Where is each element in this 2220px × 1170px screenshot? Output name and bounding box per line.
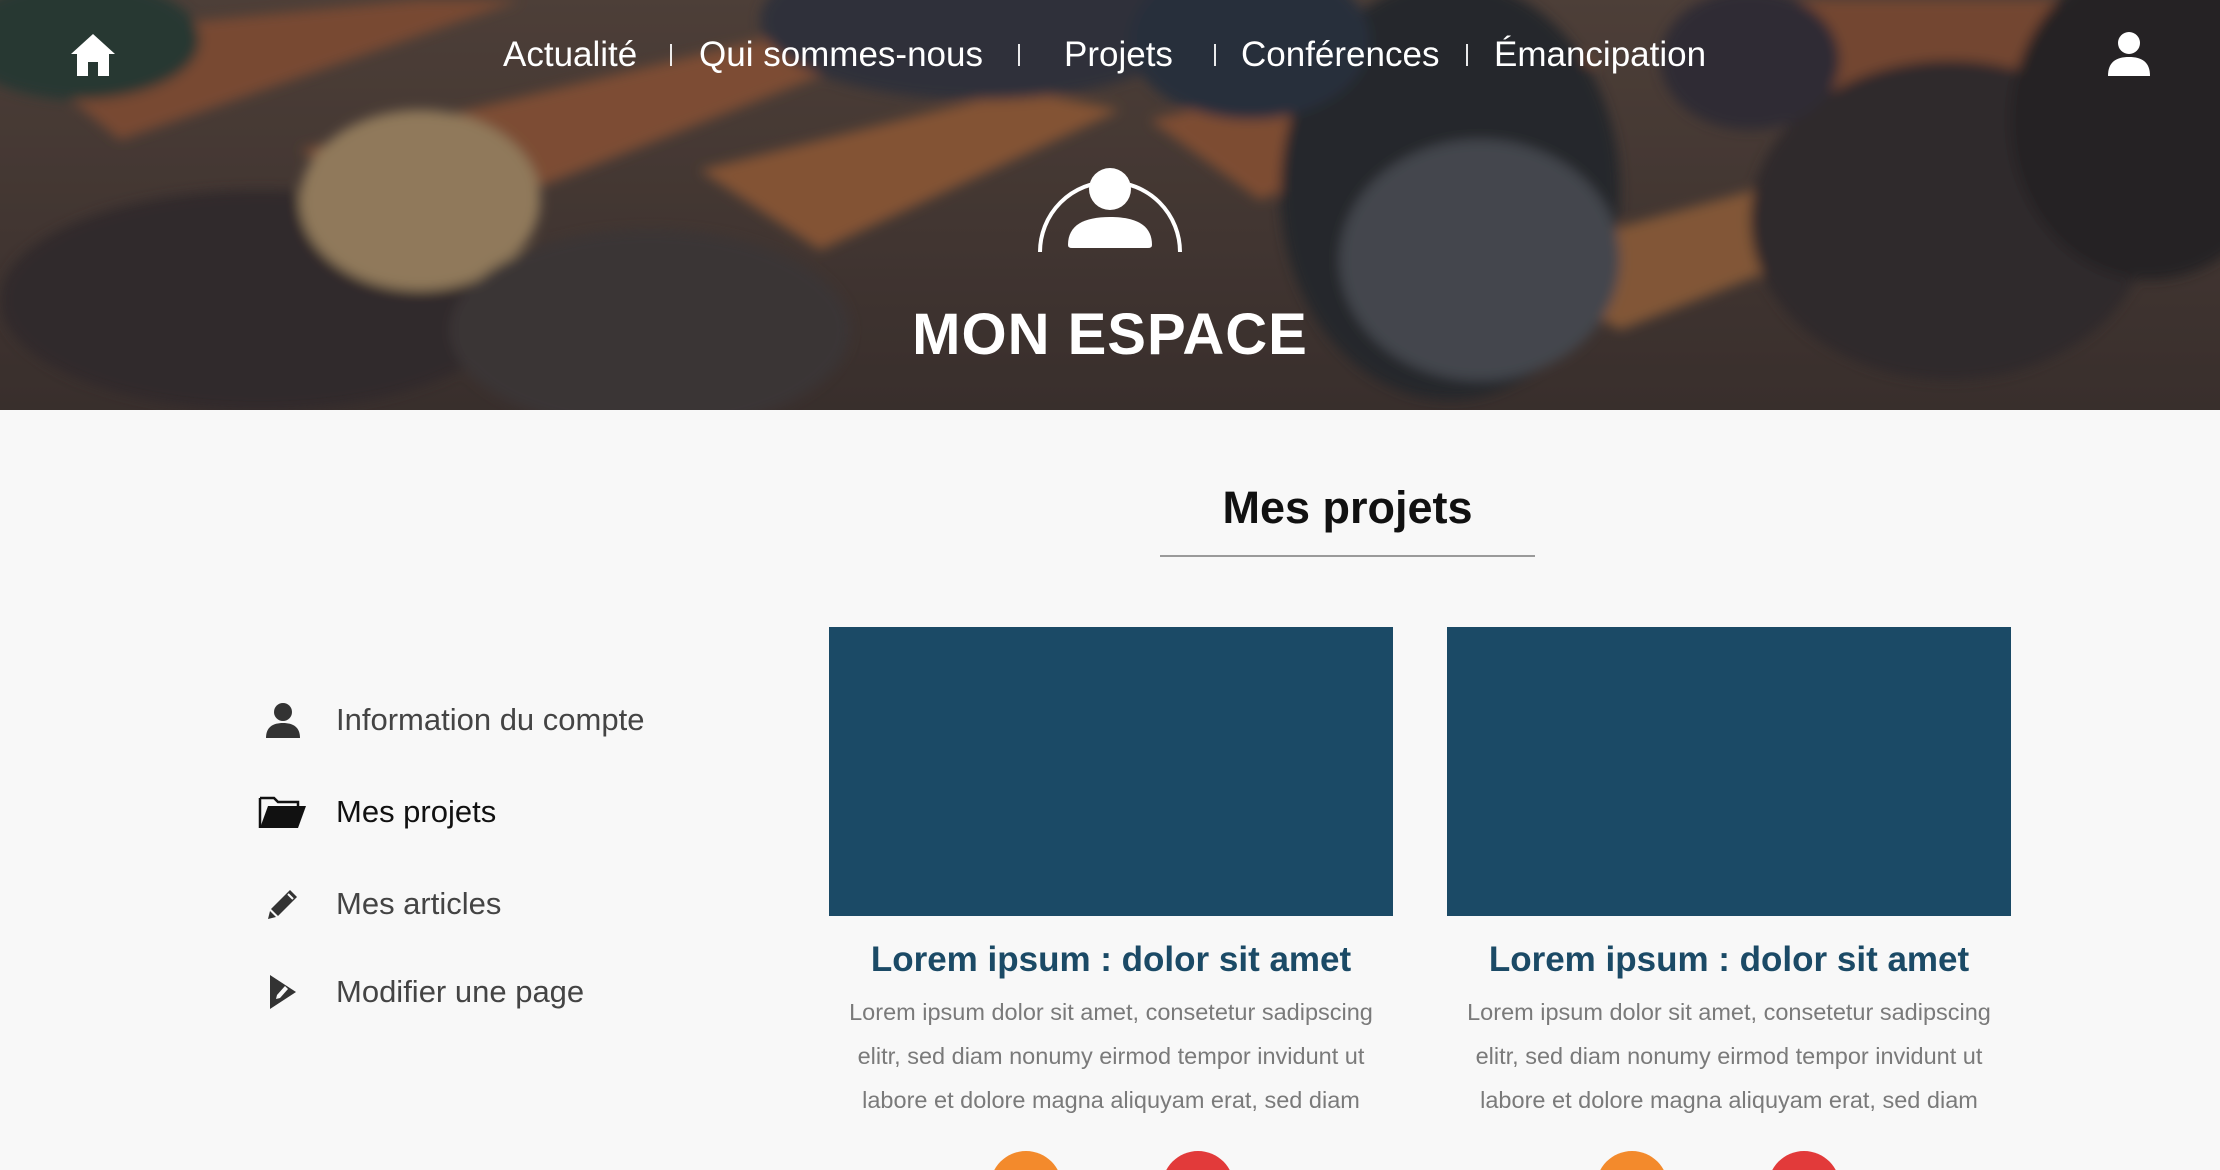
project-card[interactable]: Lorem ipsum : dolor sit amet Lorem ipsum… [829, 627, 1393, 1170]
project-card-image [829, 627, 1393, 916]
user-icon [250, 697, 316, 743]
project-card[interactable]: Lorem ipsum : dolor sit amet Lorem ipsum… [1447, 627, 2011, 1170]
main-nav: Actualité Qui sommes-nous Projets Confér… [0, 28, 2220, 82]
nav-item-emancipation[interactable]: Émancipation [1494, 28, 1706, 82]
page-edit-icon [250, 969, 316, 1015]
project-card-title[interactable]: Lorem ipsum : dolor sit amet [1447, 936, 2011, 984]
project-edit-button[interactable] [990, 1151, 1062, 1170]
section-title: Mes projets [1222, 482, 1473, 533]
hero-title: MON ESPACE [912, 302, 1308, 367]
nav-item-qui-sommes-nous[interactable]: Qui sommes-nous [699, 28, 983, 82]
nav-separator [1466, 44, 1468, 66]
nav-separator [1214, 44, 1216, 66]
nav-item-conferences[interactable]: Conférences [1241, 28, 1439, 82]
sidebar-item-edit-page[interactable]: Modifier une page [250, 962, 750, 1022]
hero-banner: Actualité Qui sommes-nous Projets Confér… [0, 0, 2220, 410]
sidebar-item-label: Mes projets [336, 794, 497, 829]
project-card-description: Lorem ipsum dolor sit amet, consetetur s… [849, 999, 1373, 1113]
profile-avatar-icon [1034, 145, 1186, 257]
section-divider [1160, 555, 1535, 557]
sidebar-item-account-info[interactable]: Information du compte [250, 690, 750, 750]
project-delete-button[interactable] [1768, 1151, 1840, 1170]
user-account-icon[interactable] [2106, 30, 2152, 78]
sidebar-item-my-projects[interactable]: Mes projets [250, 782, 750, 842]
project-edit-button[interactable] [1596, 1151, 1668, 1170]
project-card-description: Lorem ipsum dolor sit amet, consetetur s… [1467, 999, 1991, 1113]
sidebar-item-label: Information du compte [336, 702, 645, 737]
nav-item-projets[interactable]: Projets [1064, 28, 1173, 82]
project-delete-button[interactable] [1162, 1151, 1234, 1170]
nav-separator [670, 44, 672, 66]
nav-separator [1018, 44, 1020, 66]
folder-open-icon [250, 789, 316, 835]
sidebar-item-label: Modifier une page [336, 974, 585, 1009]
sidebar-item-my-articles[interactable]: Mes articles [250, 874, 750, 934]
nav-item-actualite[interactable]: Actualité [503, 28, 637, 82]
project-card-title[interactable]: Lorem ipsum : dolor sit amet [829, 936, 1393, 984]
project-card-image [1447, 627, 2011, 916]
sidebar-item-label: Mes articles [336, 886, 502, 921]
pencil-icon [250, 881, 316, 927]
